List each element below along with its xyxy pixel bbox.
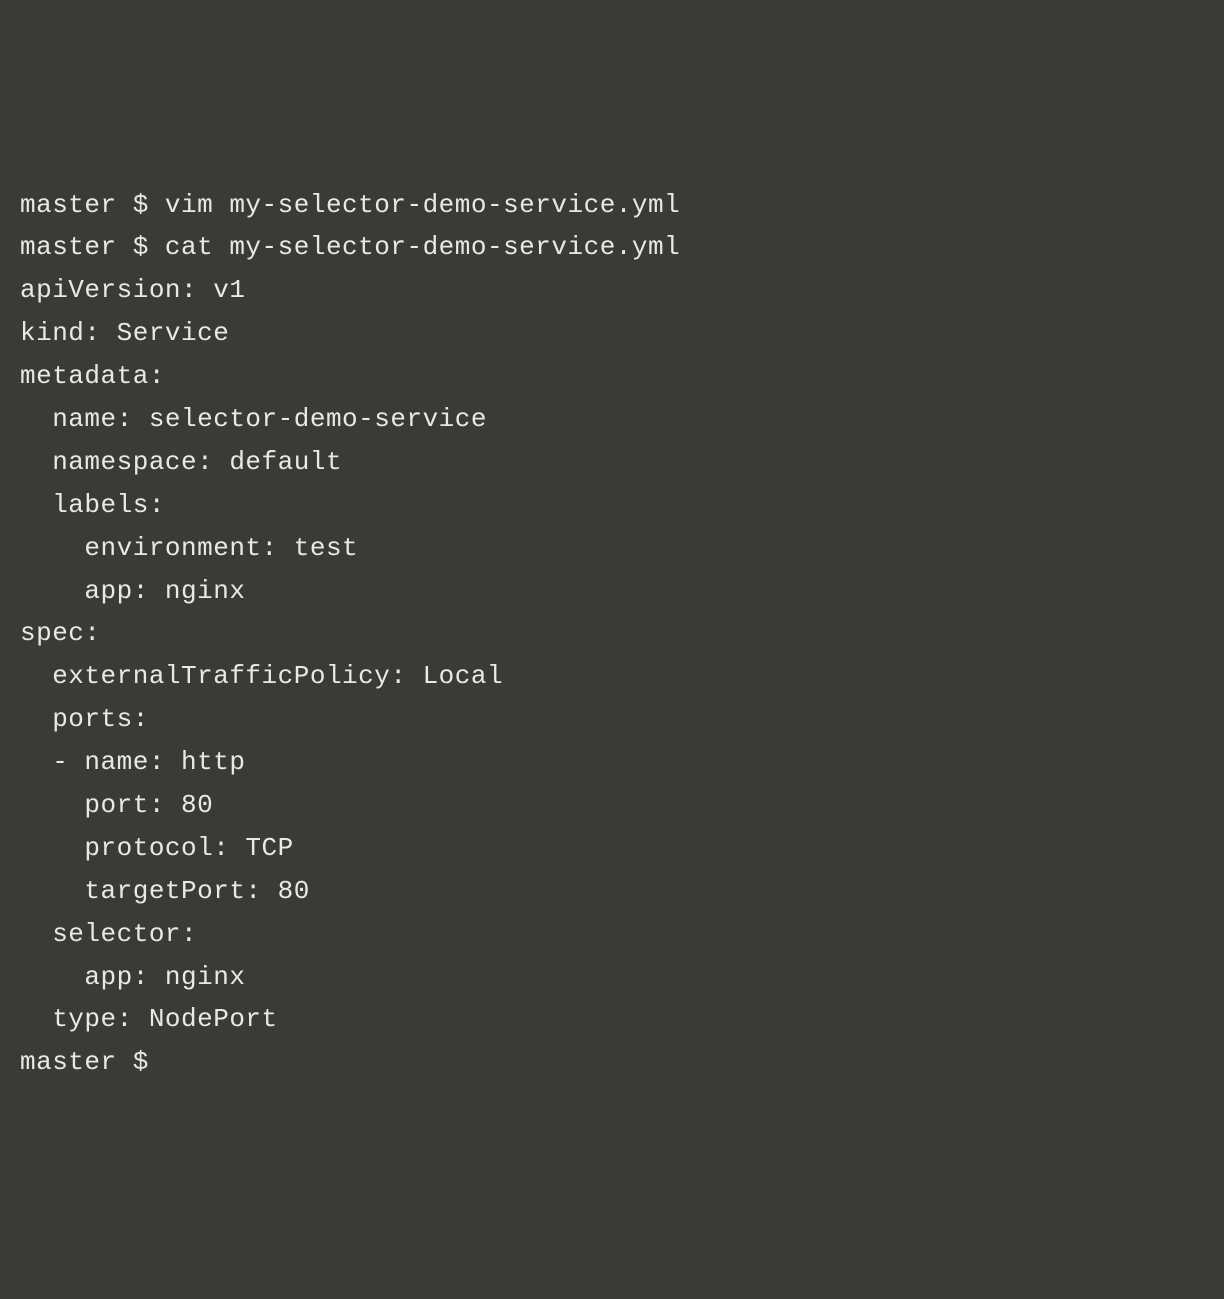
terminal-line: master $ cat my-selector-demo-service.ym… bbox=[20, 232, 680, 262]
terminal-line: targetPort: 80 bbox=[20, 876, 310, 906]
terminal-line: selector: bbox=[20, 919, 197, 949]
terminal-prompt[interactable]: master $ bbox=[20, 1047, 149, 1077]
terminal-line: externalTrafficPolicy: Local bbox=[20, 661, 503, 691]
terminal-line: namespace: default bbox=[20, 447, 342, 477]
terminal-line: labels: bbox=[20, 490, 165, 520]
terminal-line: master $ vim my-selector-demo-service.ym… bbox=[20, 190, 680, 220]
terminal-line: ports: bbox=[20, 704, 149, 734]
terminal-line: port: 80 bbox=[20, 790, 213, 820]
terminal-line: type: NodePort bbox=[20, 1004, 278, 1034]
terminal-line: spec: bbox=[20, 618, 101, 648]
terminal-line: - name: http bbox=[20, 747, 245, 777]
terminal-line: environment: test bbox=[20, 533, 358, 563]
terminal-line: apiVersion: v1 bbox=[20, 275, 245, 305]
terminal-line: app: nginx bbox=[20, 962, 245, 992]
terminal-line: protocol: TCP bbox=[20, 833, 294, 863]
terminal-line: name: selector-demo-service bbox=[20, 404, 487, 434]
terminal-line: metadata: bbox=[20, 361, 165, 391]
terminal-output[interactable]: master $ vim my-selector-demo-service.ym… bbox=[20, 184, 1204, 1085]
terminal-line: app: nginx bbox=[20, 576, 245, 606]
terminal-line: kind: Service bbox=[20, 318, 229, 348]
